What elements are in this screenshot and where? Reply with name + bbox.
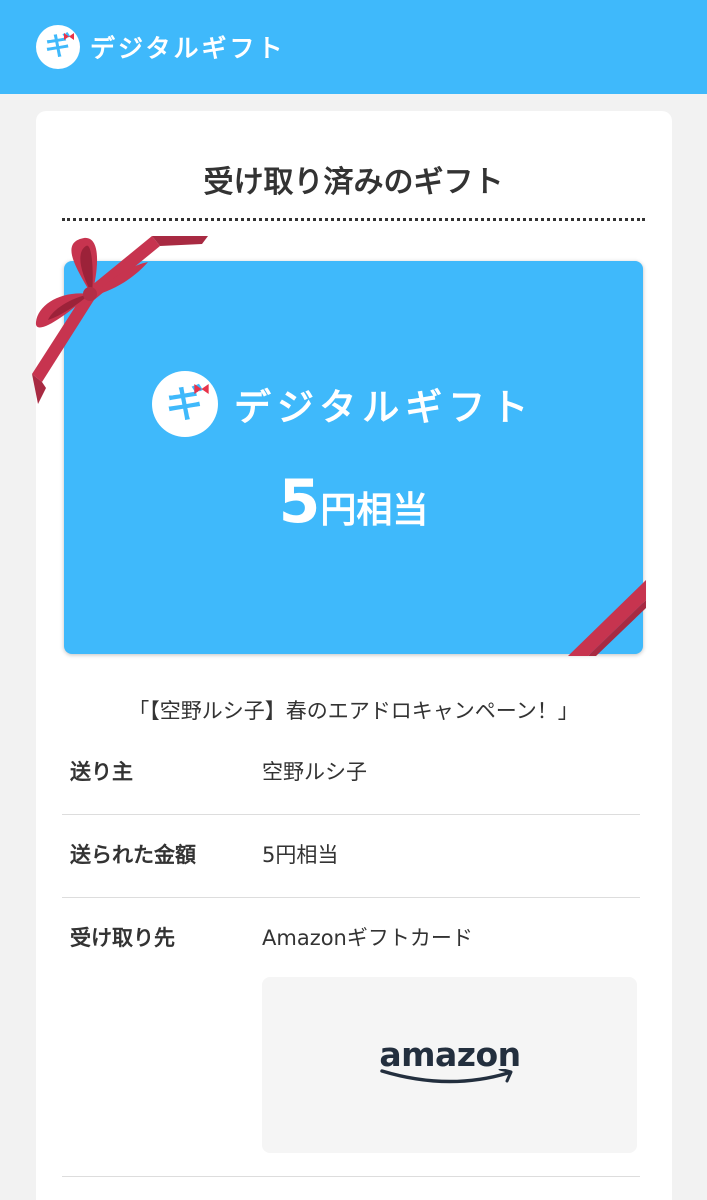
ribbon-decoration-icon [32,236,208,404]
amount-value: 5円相当 [262,843,339,867]
gift-card-value: 5円相当 [64,467,643,537]
campaign-name: 「【空野ルシ子】春のエアドロキャンペーン！」 [128,699,579,723]
sender-label: 送り主 [70,760,133,784]
title-divider [62,218,645,221]
gift-amount-unit: 円相当 [320,490,429,531]
logo-text: デジタルギフト [90,34,286,63]
destination-value: Amazonギフトカード [262,926,473,950]
ribbon-bow-icon [64,33,74,40]
amazon-logo: amazon [378,1035,522,1084]
destination-label: 受け取り先 [70,926,175,950]
ribbon-corner-icon [568,580,646,656]
amazon-gift-card-tile: amazon [262,977,637,1153]
row-divider [62,1176,640,1177]
gift-amount: 5 [278,467,321,537]
sender-value: 空野ルシ子 [262,760,367,784]
amount-label: 送られた金額 [70,843,196,867]
logo-text: デジタルギフト [234,386,535,429]
app-header: ギ デジタルギフト [0,0,707,94]
row-divider [62,897,640,898]
page-title: 受け取り済みのギフト [203,165,504,200]
row-divider [62,814,640,815]
digital-gift-logo-icon: ギ [36,25,80,69]
amazon-smile-icon [380,1069,513,1084]
